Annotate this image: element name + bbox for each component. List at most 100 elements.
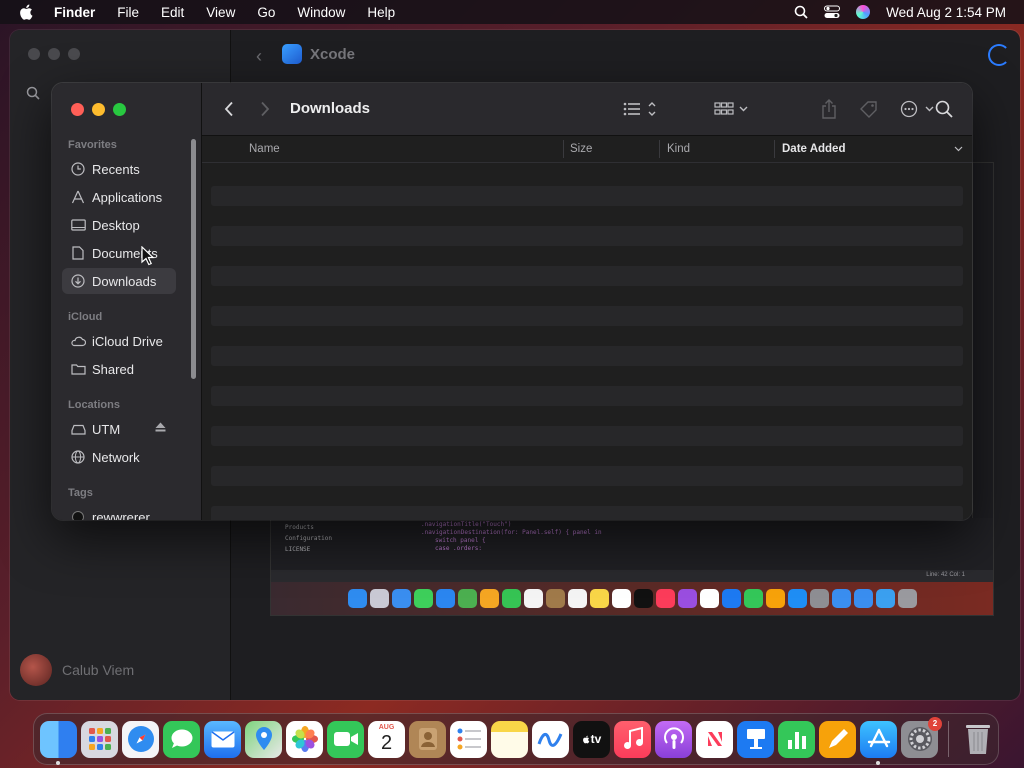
finder-dock-icon[interactable] — [40, 720, 77, 765]
sidebar-item-network[interactable]: Network — [62, 444, 176, 470]
user-profile[interactable]: Calub Viem — [20, 654, 134, 686]
menu-view[interactable]: View — [195, 5, 246, 20]
download-icon — [69, 272, 87, 290]
reminders-dock-icon[interactable] — [450, 720, 487, 758]
zoom-button[interactable] — [113, 103, 126, 116]
sidebar-item-shared[interactable]: Shared — [62, 356, 176, 382]
search-icon[interactable] — [26, 86, 40, 100]
sidebar-item-label: Downloads — [92, 273, 157, 289]
menu-window[interactable]: Window — [286, 5, 356, 20]
mail-dock-icon[interactable] — [204, 720, 241, 758]
column-size[interactable]: Size — [570, 143, 592, 155]
news-dock-icon[interactable] — [696, 720, 733, 758]
share-icon[interactable] — [821, 99, 837, 119]
siri-icon[interactable] — [856, 5, 871, 19]
app-store-dock-icon[interactable] — [860, 720, 897, 765]
sidebar-item-label: Recents — [92, 161, 140, 177]
calendar-dock-icon[interactable]: AUG 2 — [368, 720, 405, 758]
mini-settings-icon — [809, 589, 829, 608]
podcasts-dock-icon[interactable] — [655, 720, 692, 758]
minimize-button[interactable] — [92, 103, 105, 116]
sidebar-scrollbar[interactable] — [191, 139, 196, 379]
column-date-added[interactable]: Date Added — [782, 143, 845, 155]
sidebar-item-recents[interactable]: Recents — [62, 156, 176, 182]
code-line: switch panel { — [435, 537, 486, 544]
maps-dock-icon[interactable] — [245, 720, 282, 758]
sidebar-item-label: Network — [92, 449, 140, 465]
mini-keynote-icon — [721, 589, 741, 608]
menu-edit[interactable]: Edit — [150, 5, 195, 20]
sidebar-item-desktop[interactable]: Desktop — [62, 212, 176, 238]
facetime-dock-icon[interactable] — [327, 720, 364, 758]
window-title: Downloads — [290, 100, 371, 117]
contacts-dock-icon[interactable] — [409, 720, 446, 758]
group-by-icon[interactable] — [714, 101, 750, 117]
column-name[interactable]: Name — [249, 143, 280, 155]
tag-icon[interactable] — [859, 100, 879, 118]
sidebar-item-tag[interactable]: rewwrerer — [62, 504, 176, 520]
column-divider[interactable] — [774, 140, 775, 158]
mini-news-icon — [699, 589, 719, 608]
document-icon — [69, 244, 87, 262]
column-divider[interactable] — [563, 140, 564, 158]
running-indicator — [56, 760, 60, 765]
launchpad-dock-icon[interactable] — [81, 720, 118, 758]
sidebar-item-label: UTM — [92, 421, 121, 437]
sidebar-item-label: rewwrerer — [92, 509, 150, 521]
column-kind[interactable]: Kind — [667, 143, 690, 155]
search-icon[interactable] — [935, 100, 953, 118]
inactive-zoom-button[interactable] — [68, 48, 80, 60]
sidebar-item-icloud-drive[interactable]: iCloud Drive — [62, 328, 176, 354]
more-actions-icon[interactable] — [900, 100, 936, 118]
sidebar-item-downloads[interactable]: Downloads — [62, 268, 176, 294]
menu-file[interactable]: File — [106, 5, 150, 20]
menu-help[interactable]: Help — [356, 5, 406, 20]
forward-chevron-icon[interactable] — [260, 101, 270, 117]
sidebar-item-label: Applications — [92, 189, 163, 205]
finder-window: Favorites Recents Applications Desktop D… — [52, 83, 972, 520]
menu-go[interactable]: Go — [246, 5, 286, 20]
menu-clock[interactable]: Wed Aug 2 1:54 PM — [886, 5, 1006, 20]
photos-dock-icon[interactable] — [286, 720, 323, 758]
music-dock-icon[interactable] — [614, 720, 651, 758]
column-divider[interactable] — [659, 140, 660, 158]
numbers-dock-icon[interactable] — [778, 720, 815, 758]
section-icloud: iCloud — [68, 311, 103, 323]
speech-bubble-icon — [171, 729, 192, 748]
sort-chevron-icon[interactable] — [954, 146, 963, 152]
freeform-dock-icon[interactable] — [532, 720, 569, 758]
sidebar-item-documents[interactable]: Documents — [62, 240, 176, 266]
messages-dock-icon[interactable] — [163, 720, 200, 758]
menu-app-finder[interactable]: Finder — [50, 5, 106, 20]
podium-icon — [746, 729, 765, 749]
pages-dock-icon[interactable] — [819, 720, 856, 758]
notes-dock-icon[interactable] — [491, 720, 528, 758]
inactive-close-button[interactable] — [28, 48, 40, 60]
close-button[interactable] — [71, 103, 84, 116]
mini-trash-icon — [897, 589, 917, 608]
cursor-position: Line: 42 Col: 1 — [926, 572, 965, 578]
inactive-minimize-button[interactable] — [48, 48, 60, 60]
system-settings-dock-icon[interactable]: 2 — [901, 716, 942, 758]
trash-dock-icon[interactable] — [959, 721, 996, 758]
back-chevron-icon[interactable]: ‹ — [256, 46, 262, 67]
list-view-icon[interactable] — [623, 101, 657, 117]
mini-maps-icon — [457, 589, 477, 608]
table-row — [211, 386, 963, 406]
control-center-icon[interactable] — [824, 5, 841, 19]
mini-reminders-icon — [567, 589, 587, 608]
eject-icon[interactable] — [155, 422, 166, 432]
code-editor-preview: Products Configuration LICENSE .navigati… — [271, 518, 993, 570]
spotlight-search-icon[interactable] — [794, 5, 808, 19]
back-chevron-icon[interactable] — [224, 101, 234, 117]
sidebar-item-applications[interactable]: Applications — [62, 184, 176, 210]
apple-logo-icon[interactable] — [18, 3, 36, 21]
section-favorites: Favorites — [68, 139, 117, 151]
table-row — [211, 506, 963, 520]
dock: AUG 2 tv 2 — [33, 713, 999, 765]
mini-appstore-icon — [787, 589, 807, 608]
pen-icon — [828, 729, 848, 748]
safari-dock-icon[interactable] — [122, 720, 159, 758]
tv-dock-icon[interactable]: tv — [573, 720, 610, 758]
keynote-dock-icon[interactable] — [737, 720, 774, 758]
